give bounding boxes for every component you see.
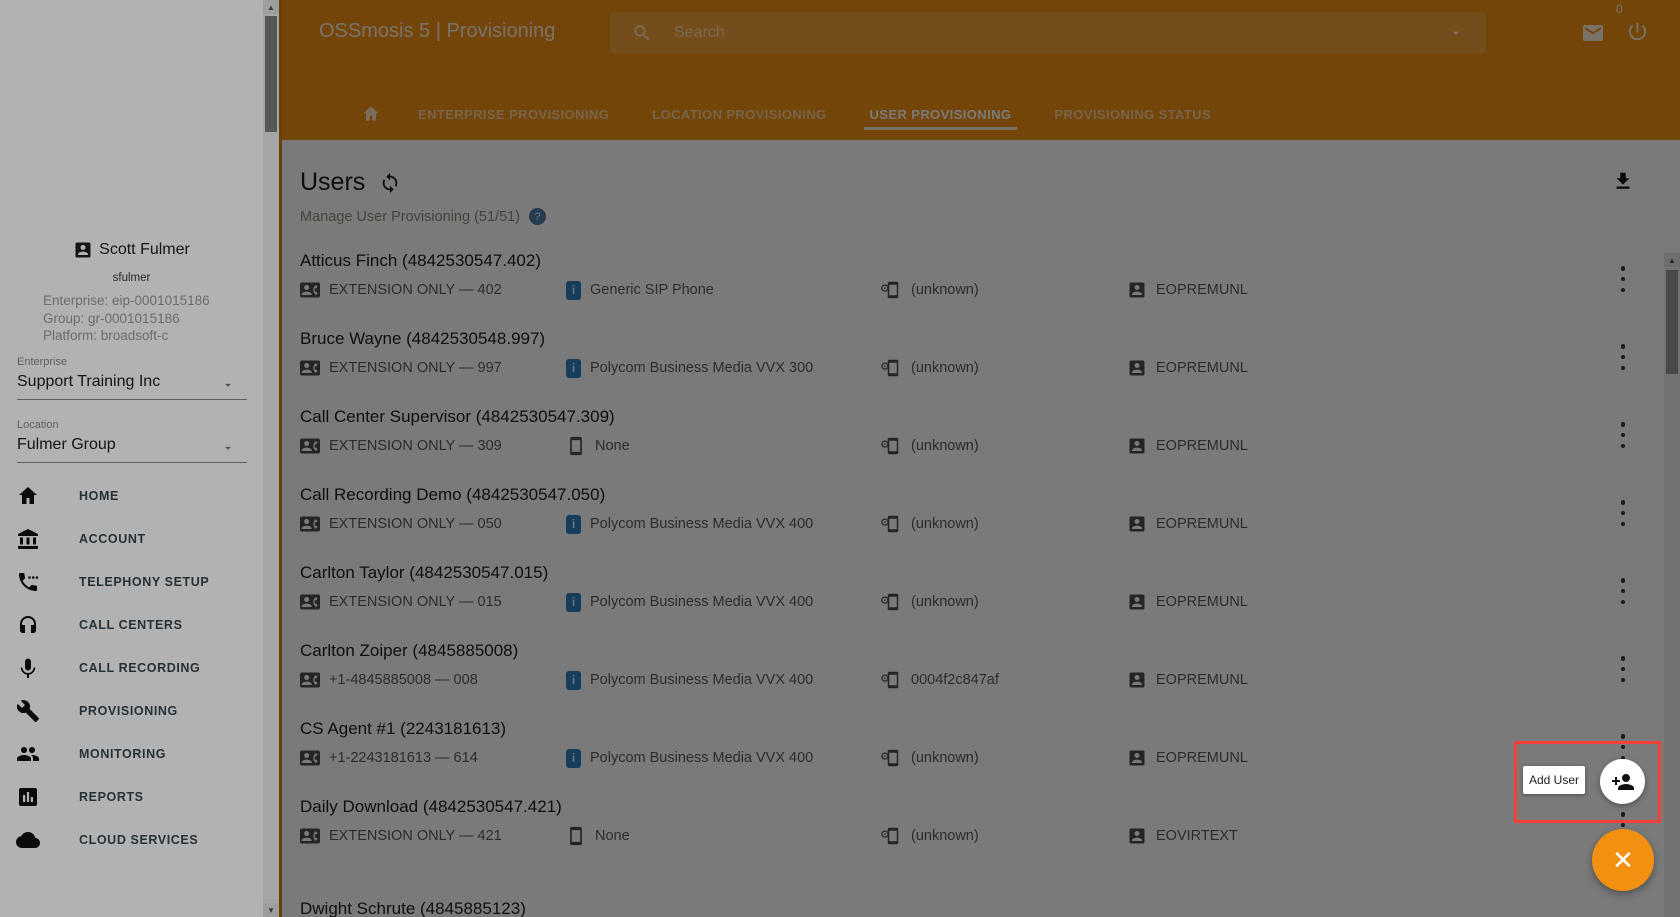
- add-user-tooltip: Add User: [1523, 766, 1585, 794]
- tour-backdrop-sidebar: [0, 0, 279, 917]
- tour-backdrop-main: [279, 0, 1680, 917]
- close-fab-button[interactable]: ✕: [1592, 829, 1654, 891]
- person-add-icon: [1611, 770, 1635, 794]
- app-window: Scott Fulmer sfulmer Enterprise: eip-000…: [0, 0, 1680, 917]
- add-user-button[interactable]: [1600, 759, 1645, 804]
